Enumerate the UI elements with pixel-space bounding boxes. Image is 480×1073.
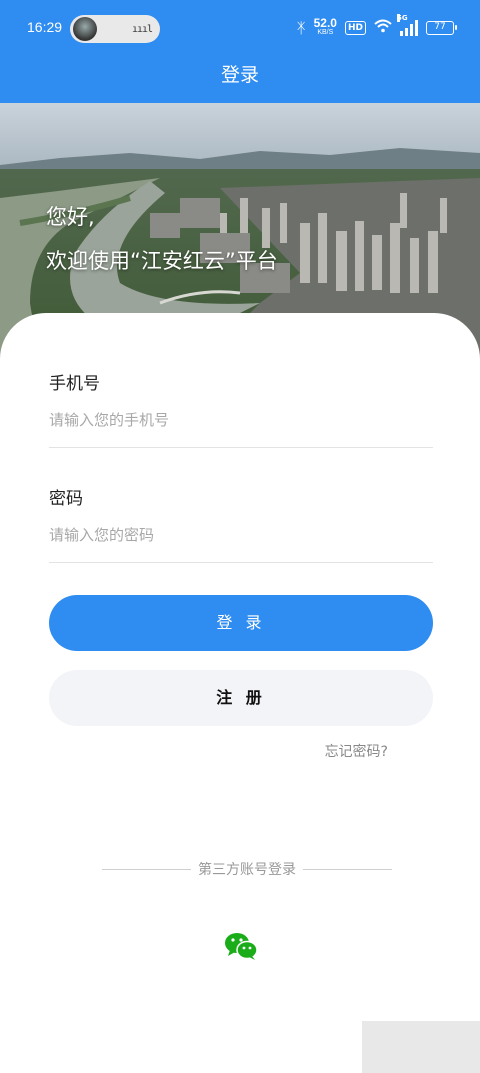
- divider-line-right: [303, 868, 392, 870]
- wifi-icon: [374, 19, 392, 37]
- greeting-line-2: 欢迎使用“江安红云”平台: [46, 249, 278, 273]
- phone-label: 手机号: [49, 374, 100, 394]
- third-party-divider: 第三方账号登录: [102, 858, 392, 880]
- login-button[interactable]: 登 录: [49, 595, 433, 651]
- signal-icon: 5G: [397, 14, 418, 36]
- status-time: 16:29: [27, 19, 63, 35]
- page-title: 登录: [220, 64, 259, 86]
- phone-input[interactable]: [49, 400, 433, 440]
- third-party-label: 第三方账号登录: [198, 862, 296, 878]
- password-divider: [49, 562, 433, 563]
- audio-bars-icon: ıııl: [132, 24, 153, 35]
- bluetooth-icon: ᛡ: [296, 19, 306, 37]
- greeting: 您好, 欢迎使用“江安红云”平台: [46, 195, 278, 283]
- network-type: 5G: [397, 14, 408, 22]
- greeting-line-1: 您好,: [46, 205, 95, 229]
- net-speed: 52.0 KB/S: [313, 16, 337, 37]
- forgot-password-link[interactable]: 忘记密码?: [325, 741, 388, 761]
- password-label: 密码: [49, 489, 83, 509]
- net-speed-value: 52.0: [313, 16, 337, 30]
- battery-icon: 77: [426, 21, 457, 35]
- net-speed-unit: KB/S: [317, 29, 334, 36]
- divider-line-left: [102, 868, 191, 870]
- password-input[interactable]: [49, 515, 433, 555]
- dynamic-island-pill[interactable]: ıııl: [70, 15, 160, 43]
- top-bar: 16:29 ıııl ᛡ 52.0 KB/S HD 5G 77 登录: [0, 0, 480, 103]
- hd-icon: HD: [344, 21, 366, 35]
- status-bar: 16:29 ıııl ᛡ 52.0 KB/S HD 5G 77: [0, 0, 480, 56]
- corner-overlay: [362, 1021, 480, 1073]
- wechat-icon[interactable]: [224, 931, 258, 961]
- avatar: [73, 17, 97, 41]
- phone-divider: [49, 447, 433, 448]
- status-icons: ᛡ 52.0 KB/S HD 5G 77: [296, 14, 457, 40]
- register-button[interactable]: 注 册: [49, 670, 433, 726]
